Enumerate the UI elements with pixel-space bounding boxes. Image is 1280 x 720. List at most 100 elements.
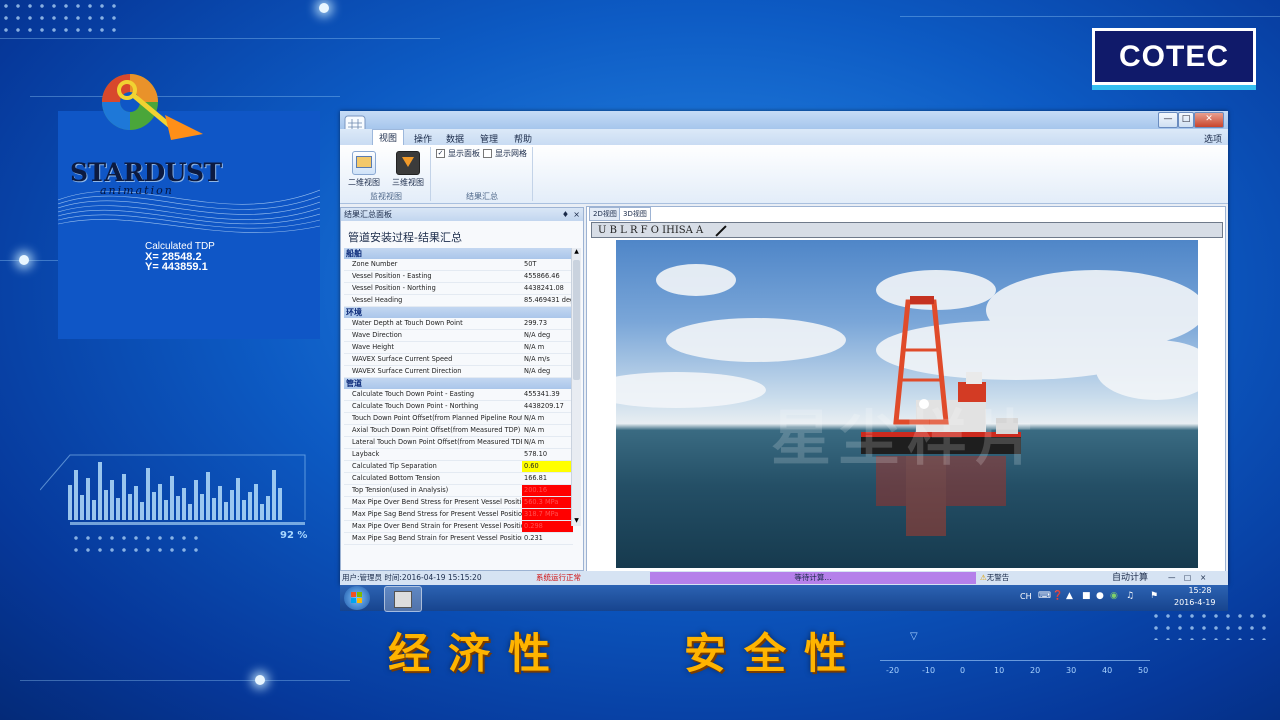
status-restore-icon[interactable]: □ <box>1184 571 1191 585</box>
3d-scene-viewport[interactable]: 星尘样片 <box>616 240 1198 568</box>
result-row: Vessel Position - Northing 4438241.08 <box>344 283 573 295</box>
tray-app-icon[interactable]: ■ <box>1082 591 1091 601</box>
scroll-thumb[interactable] <box>573 260 580 380</box>
start-button[interactable] <box>344 586 370 610</box>
slogan-economy: 经济性 <box>388 629 569 678</box>
result-section-header[interactable]: 管道 <box>344 378 573 389</box>
result-row: Max Pipe Over Bend Stress for Present Ve… <box>344 497 573 509</box>
tray-time[interactable]: 15:28 <box>1180 586 1220 595</box>
status-system: 系统运行正常 <box>536 573 581 582</box>
app-window: — □ ✕ 视图 操作 数据 管理 帮助 选项 二维视图 三维视图 监视视图 ✓… <box>340 111 1228 585</box>
scroll-up-icon[interactable]: ▲ <box>572 248 581 257</box>
bg-circuit-line <box>20 680 350 681</box>
result-panel-header: 结果汇总面板 ♦ × <box>341 208 583 221</box>
result-row-value: N/A m <box>524 438 545 446</box>
tdp-readout: Calculated TDP X= 28548.2 Y= 443859.1 <box>145 242 215 273</box>
auto-calc-label[interactable]: 自动计算 <box>1112 571 1148 585</box>
status-minimize-icon[interactable]: — <box>1168 571 1176 585</box>
result-row-name: Axial Touch Down Point Offset(from Measu… <box>352 426 521 434</box>
tab-3d-view[interactable]: 3D视图 <box>619 207 651 221</box>
result-row-name: Zone Number <box>352 260 398 268</box>
tray-help-icon[interactable]: ❓ <box>1052 591 1063 601</box>
panel-close-icon[interactable]: × <box>573 208 580 221</box>
bg-glow-dot <box>255 675 265 685</box>
3d-view-toolbar-buttons[interactable]: U B L R F O IHISA A <box>598 225 703 236</box>
tray-lang[interactable]: CH <box>1020 592 1032 601</box>
2d-view-icon <box>352 151 376 175</box>
result-row: Zone Number 50T <box>344 259 573 271</box>
result-panel-title: 管道安装过程-结果汇总 <box>348 231 462 244</box>
bg-glow-dot <box>319 3 329 13</box>
ribbon-tab-manage[interactable]: 管理 <box>474 131 504 146</box>
tray-date[interactable]: 2016-4-19 <box>1174 598 1215 607</box>
result-row-value: 0.298 <box>522 521 573 532</box>
scale-tick: 50 <box>1138 666 1149 675</box>
pen-icon[interactable] <box>715 224 728 237</box>
tray-network-icon[interactable]: ▲ <box>1066 591 1073 601</box>
tray-update-icon[interactable]: ◉ <box>1110 591 1118 601</box>
minimize-button[interactable]: — <box>1158 112 1178 128</box>
ribbon-tab-help[interactable]: 帮助 <box>508 131 538 146</box>
status-close-icon[interactable]: × <box>1200 571 1206 585</box>
result-row: Max Pipe Sag Bend Stress for Present Ves… <box>344 509 573 521</box>
ribbon-tab-data[interactable]: 数据 <box>440 131 470 146</box>
tray-flag-icon[interactable]: ⚑ <box>1150 591 1158 601</box>
cotec-logo: COTEC <box>1092 28 1256 90</box>
tab-2d-view[interactable]: 2D视图 <box>589 207 621 221</box>
result-row-value: 318.7 MPa <box>522 509 573 520</box>
ribbon-tab-view[interactable]: 视图 <box>372 129 405 146</box>
result-row: Wave Height N/A m <box>344 342 573 354</box>
result-row-name: Calculated Bottom Tension <box>352 474 440 482</box>
bg-circuit-line <box>900 16 1280 17</box>
cotec-logo-text: COTEC <box>1095 31 1253 82</box>
result-row-name: Max Pipe Sag Bend Strain for Present Ves… <box>352 534 522 542</box>
3d-view-toolbar[interactable]: U B L R F O IHISA A <box>591 222 1223 238</box>
result-row-name: Calculate Touch Down Point - Easting <box>352 390 475 398</box>
result-section-header[interactable]: 船舶 <box>344 248 573 259</box>
ribbon-divider <box>532 147 533 201</box>
2d-view-button[interactable]: 二维视图 <box>346 149 380 189</box>
show-grid-checkbox[interactable]: 显示网格 <box>483 148 527 159</box>
result-section-header[interactable]: 环境 <box>344 307 573 318</box>
scroll-down-icon[interactable]: ▼ <box>572 517 581 526</box>
result-row-value: 455866.46 <box>524 272 560 280</box>
show-grid-label: 显示网格 <box>495 149 527 158</box>
ribbon-tab-bar: 视图 操作 数据 管理 帮助 选项 <box>340 129 1228 146</box>
ribbon-divider <box>430 147 431 201</box>
3d-view-button[interactable]: 三维视图 <box>390 149 424 189</box>
wave-lines-graphic <box>58 189 320 233</box>
pin-icon[interactable]: ♦ <box>562 208 569 221</box>
result-row-value: 299.73 <box>524 319 548 327</box>
result-row-name: Vessel Position - Northing <box>352 284 436 292</box>
slogan-safety: 安全性 <box>684 629 865 678</box>
result-row-value: N/A deg <box>524 367 551 375</box>
tray-volume-icon[interactable]: ♫ <box>1126 591 1134 601</box>
result-row-name: Vessel Heading <box>352 296 403 304</box>
result-row: Calculated Bottom Tension 166.81 <box>344 473 573 485</box>
result-row: WAVEX Surface Current Direction N/A deg <box>344 366 573 378</box>
taskbar-app-button[interactable] <box>384 586 422 612</box>
result-row-value: 455341.39 <box>524 390 560 398</box>
status-warning: ⚠无警告 <box>980 571 1009 585</box>
windows-logo-icon <box>351 592 362 603</box>
3d-view-icon <box>396 151 420 175</box>
show-panel-checkbox[interactable]: ✓ 显示面板 <box>436 148 480 159</box>
show-grid-check-icon <box>483 149 492 158</box>
result-row: Calculate Touch Down Point - Easting 4553… <box>344 389 573 401</box>
result-row-name: WAVEX Surface Current Speed <box>352 355 453 363</box>
taskbar-app-icon <box>394 591 412 608</box>
result-table: 船舶 Zone Number 50T Vessel Position - Eastin… <box>344 248 573 545</box>
result-row-name: Calculate Touch Down Point - Northing <box>352 402 479 410</box>
maximize-button[interactable]: □ <box>1178 112 1194 128</box>
result-row-value: 560.3 MPa <box>522 497 573 508</box>
result-scrollbar[interactable]: ▲ ▼ <box>571 248 581 526</box>
scale-line <box>880 660 1150 661</box>
scale-tick: 0 <box>960 666 966 675</box>
ribbon-tab-operate[interactable]: 操作 <box>408 131 438 146</box>
tray-security-icon[interactable]: ● <box>1096 591 1104 601</box>
ribbon-options[interactable]: 选项 <box>1198 131 1228 146</box>
status-progress-bar: 等待计算... <box>650 572 976 584</box>
result-row: Calculated Tip Separation 0.60 <box>344 461 573 473</box>
tray-keyboard-icon[interactable]: ⌨ <box>1038 591 1051 601</box>
close-button[interactable]: ✕ <box>1194 112 1224 128</box>
